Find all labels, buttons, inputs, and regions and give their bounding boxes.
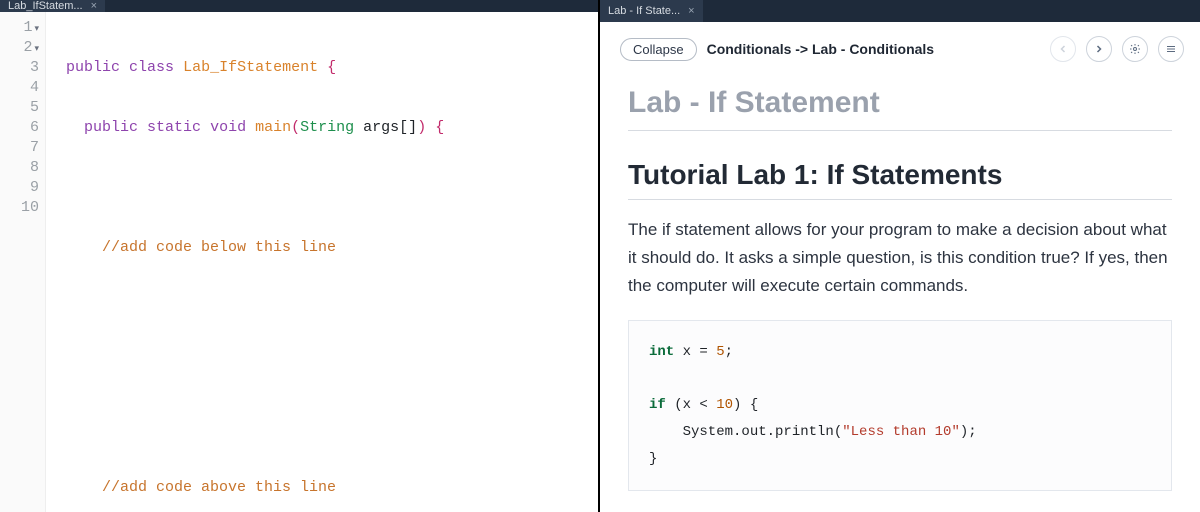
- instructions-toolbar: Collapse Conditionals -> Lab - Condition…: [600, 22, 1200, 72]
- line-number: 4: [0, 78, 45, 98]
- fold-icon[interactable]: ▾: [34, 44, 39, 54]
- line-number: 3: [0, 58, 45, 78]
- gutter: 1▾ 2▾ 3 4 5 6 7 8 9 10: [0, 12, 46, 512]
- prev-button[interactable]: [1050, 36, 1076, 62]
- close-icon[interactable]: ×: [688, 5, 694, 17]
- editor-tabbar: Lab_IfStatem... ×: [0, 0, 598, 12]
- line-number: 7: [0, 138, 45, 158]
- close-icon[interactable]: ×: [91, 0, 97, 12]
- code-editor[interactable]: 1▾ 2▾ 3 4 5 6 7 8 9 10 public class Lab_…: [0, 12, 598, 512]
- menu-icon: [1165, 43, 1177, 55]
- line-number: 8: [0, 158, 45, 178]
- next-button[interactable]: [1086, 36, 1112, 62]
- app-root: Lab_IfStatem... × 1▾ 2▾ 3 4 5 6 7 8 9 10…: [0, 0, 1200, 512]
- line-number: 1▾: [0, 18, 45, 38]
- settings-button[interactable]: [1122, 36, 1148, 62]
- tutorial-body: The if statement allows for your program…: [628, 200, 1172, 320]
- instructions-content: Lab - If Statement Tutorial Lab 1: If St…: [600, 72, 1200, 512]
- gear-icon: [1129, 43, 1141, 55]
- collapse-button[interactable]: Collapse: [620, 38, 697, 61]
- menu-button[interactable]: [1158, 36, 1184, 62]
- instructions-tab-label: Lab - If State...: [608, 5, 680, 17]
- line-number: 5: [0, 98, 45, 118]
- line-number: 10: [0, 198, 45, 218]
- fold-icon[interactable]: ▾: [34, 24, 39, 34]
- tutorial-title: Tutorial Lab 1: If Statements: [628, 131, 1172, 200]
- breadcrumb: Conditionals -> Lab - Conditionals: [707, 41, 1040, 57]
- line-number: 2▾: [0, 38, 45, 58]
- instructions-tabbar: Lab - If State... ×: [600, 0, 1200, 22]
- instructions-pane: Lab - If State... × Collapse Conditional…: [600, 0, 1200, 512]
- editor-tab[interactable]: Lab_IfStatem... ×: [0, 0, 105, 12]
- chevron-right-icon: [1093, 43, 1105, 55]
- instructions-tab[interactable]: Lab - If State... ×: [600, 0, 703, 22]
- code-area[interactable]: public class Lab_IfStatement { public st…: [46, 12, 598, 512]
- editor-pane: Lab_IfStatem... × 1▾ 2▾ 3 4 5 6 7 8 9 10…: [0, 0, 600, 512]
- page-title: Lab - If Statement: [628, 72, 1172, 131]
- example-code: int x = 5; if (x < 10) { System.out.prin…: [628, 320, 1172, 491]
- editor-tab-label: Lab_IfStatem...: [8, 0, 83, 12]
- line-number: 9: [0, 178, 45, 198]
- line-number: 6: [0, 118, 45, 138]
- chevron-left-icon: [1057, 43, 1069, 55]
